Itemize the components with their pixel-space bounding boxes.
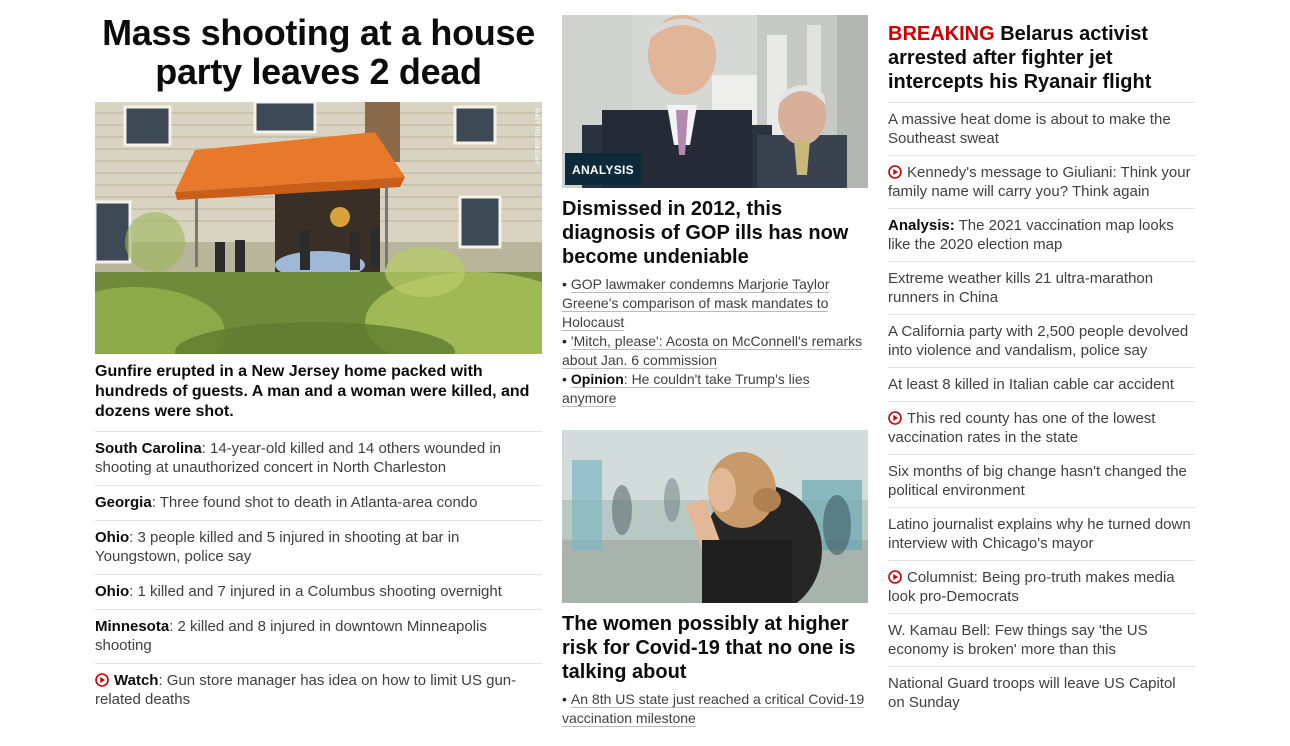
story-text: A California party with 2,500 people dev… [888, 323, 1189, 359]
list-item: • An 8th US state just reached a critical… [562, 690, 868, 728]
story1-image[interactable]: ANALYSIS [562, 15, 868, 188]
list-item[interactable]: Analysis: The 2021 vaccination map looks… [888, 209, 1195, 262]
story2-image[interactable] [562, 430, 868, 603]
right-column: BREAKING Belarus activist arrested after… [888, 0, 1195, 719]
story-lead: Georgia [95, 494, 152, 511]
story-text: : Three found shot to death in Atlanta-a… [151, 494, 478, 511]
story-lead: South Carolina [95, 440, 202, 457]
list-item[interactable]: Latino journalist explains why he turned… [888, 508, 1195, 561]
hero-headline[interactable]: Mass shooting at a house party leaves 2 … [95, 13, 542, 91]
story-text: : 3 people killed and 5 injured in shoot… [95, 529, 460, 565]
story-lead: Minnesota [95, 618, 170, 635]
list-item[interactable]: A massive heat dome is about to make the… [888, 103, 1195, 156]
story-lead: Ohio [95, 529, 130, 546]
story-text: : 1 killed and 7 injured in a Columbus s… [129, 583, 502, 600]
story-text: Six months of big change hasn't changed … [888, 463, 1187, 499]
list-item[interactable]: Ohio: 1 killed and 7 injured in a Columb… [95, 575, 542, 610]
bullet-link[interactable]: 'Mitch, please': Acosta on McConnell's r… [562, 333, 863, 369]
list-item[interactable]: This red county has one of the lowest va… [888, 402, 1195, 455]
list-item[interactable]: Minnesota: 2 killed and 8 injured in dow… [95, 610, 542, 664]
story-text: A massive heat dome is about to make the… [888, 111, 1171, 147]
bullet-link[interactable]: GOP lawmaker condemns Marjorie Taylor Gr… [562, 276, 830, 331]
bullet-text: An 8th US state just reached a critical … [562, 691, 865, 726]
analysis-badge: ANALYSIS [565, 153, 641, 185]
story-text: : Gun store manager has idea on how to l… [95, 672, 517, 708]
story-text: Kennedy's message to Giuliani: Think you… [888, 164, 1191, 200]
bullet-dot: • [562, 276, 567, 292]
bullet-text: 'Mitch, please': Acosta on McConnell's r… [562, 333, 863, 368]
list-item[interactable]: At least 8 killed in Italian cable car a… [888, 368, 1195, 402]
breaking-label: BREAKING [888, 23, 995, 45]
play-circle-icon [888, 570, 902, 584]
play-circle-icon [95, 673, 109, 687]
bullet-dot: • [562, 371, 567, 387]
story1-bullets: • GOP lawmaker condemns Marjorie Taylor G… [562, 275, 868, 408]
photo-credit: MATT ROURKE/AP [533, 108, 539, 165]
list-item[interactable]: Watch: Gun store manager has idea on how… [95, 664, 542, 717]
latest-stories-list: A massive heat dome is about to make the… [888, 103, 1195, 719]
story-text: This red county has one of the lowest va… [888, 410, 1156, 446]
story-text: Extreme weather kills 21 ultra-marathon … [888, 270, 1154, 306]
list-item[interactable]: A California party with 2,500 people dev… [888, 315, 1195, 368]
story-text: Columnist: Being pro-truth makes media l… [888, 569, 1175, 605]
bullet-text: GOP lawmaker condemns Marjorie Taylor Gr… [562, 276, 830, 330]
story2-headline[interactable]: The women possibly at higher risk for Co… [562, 612, 868, 684]
breaking-headline[interactable]: BREAKING Belarus activist arrested after… [888, 22, 1195, 103]
story-lead: Ohio [95, 583, 130, 600]
list-item[interactable]: Georgia: Three found shot to death in At… [95, 486, 542, 521]
bullet-dot: • [562, 691, 567, 707]
hero-summary[interactable]: Gunfire erupted in a New Jersey home pac… [95, 362, 542, 432]
list-item[interactable]: South Carolina: 14-year-old killed and 1… [95, 432, 542, 486]
related-stories-list: South Carolina: 14-year-old killed and 1… [95, 432, 542, 717]
story-text: W. Kamau Bell: Few things say 'the US ec… [888, 622, 1148, 658]
left-column: Mass shooting at a house party leaves 2 … [95, 0, 542, 717]
story-text: At least 8 killed in Italian cable car a… [888, 376, 1174, 393]
story-lead: Analysis: [888, 217, 955, 234]
list-item[interactable]: Kennedy's message to Giuliani: Think you… [888, 156, 1195, 209]
story-text: National Guard troops will leave US Capi… [888, 675, 1176, 711]
story-lead: Watch [114, 672, 159, 689]
list-item: • Opinion: He couldn't take Trump's lies … [562, 370, 868, 408]
play-circle-icon [888, 165, 902, 179]
list-item[interactable]: National Guard troops will leave US Capi… [888, 667, 1195, 719]
list-item[interactable]: Columnist: Being pro-truth makes media l… [888, 561, 1195, 614]
hero-image[interactable]: MATT ROURKE/AP [95, 102, 542, 354]
bullet-link[interactable]: Opinion: He couldn't take Trump's lies a… [562, 371, 810, 407]
list-item[interactable]: Six months of big change hasn't changed … [888, 455, 1195, 508]
story2-bullets: • An 8th US state just reached a critical… [562, 690, 868, 728]
story1-headline[interactable]: Dismissed in 2012, this diagnosis of GOP… [562, 197, 868, 269]
middle-column: ANALYSIS Dismissed in 2012, this diagnos… [562, 0, 868, 728]
bullet-link[interactable]: An 8th US state just reached a critical … [562, 691, 865, 727]
bullet-lead: Opinion [570, 371, 624, 387]
list-item: • GOP lawmaker condemns Marjorie Taylor G… [562, 275, 868, 332]
bullet-dot: • [562, 333, 567, 349]
story-text: Latino journalist explains why he turned… [888, 516, 1191, 552]
list-item: • 'Mitch, please': Acosta on McConnell's … [562, 332, 868, 370]
list-item[interactable]: W. Kamau Bell: Few things say 'the US ec… [888, 614, 1195, 667]
list-item[interactable]: Ohio: 3 people killed and 5 injured in s… [95, 521, 542, 575]
list-item[interactable]: Extreme weather kills 21 ultra-marathon … [888, 262, 1195, 315]
play-circle-icon [888, 411, 902, 425]
